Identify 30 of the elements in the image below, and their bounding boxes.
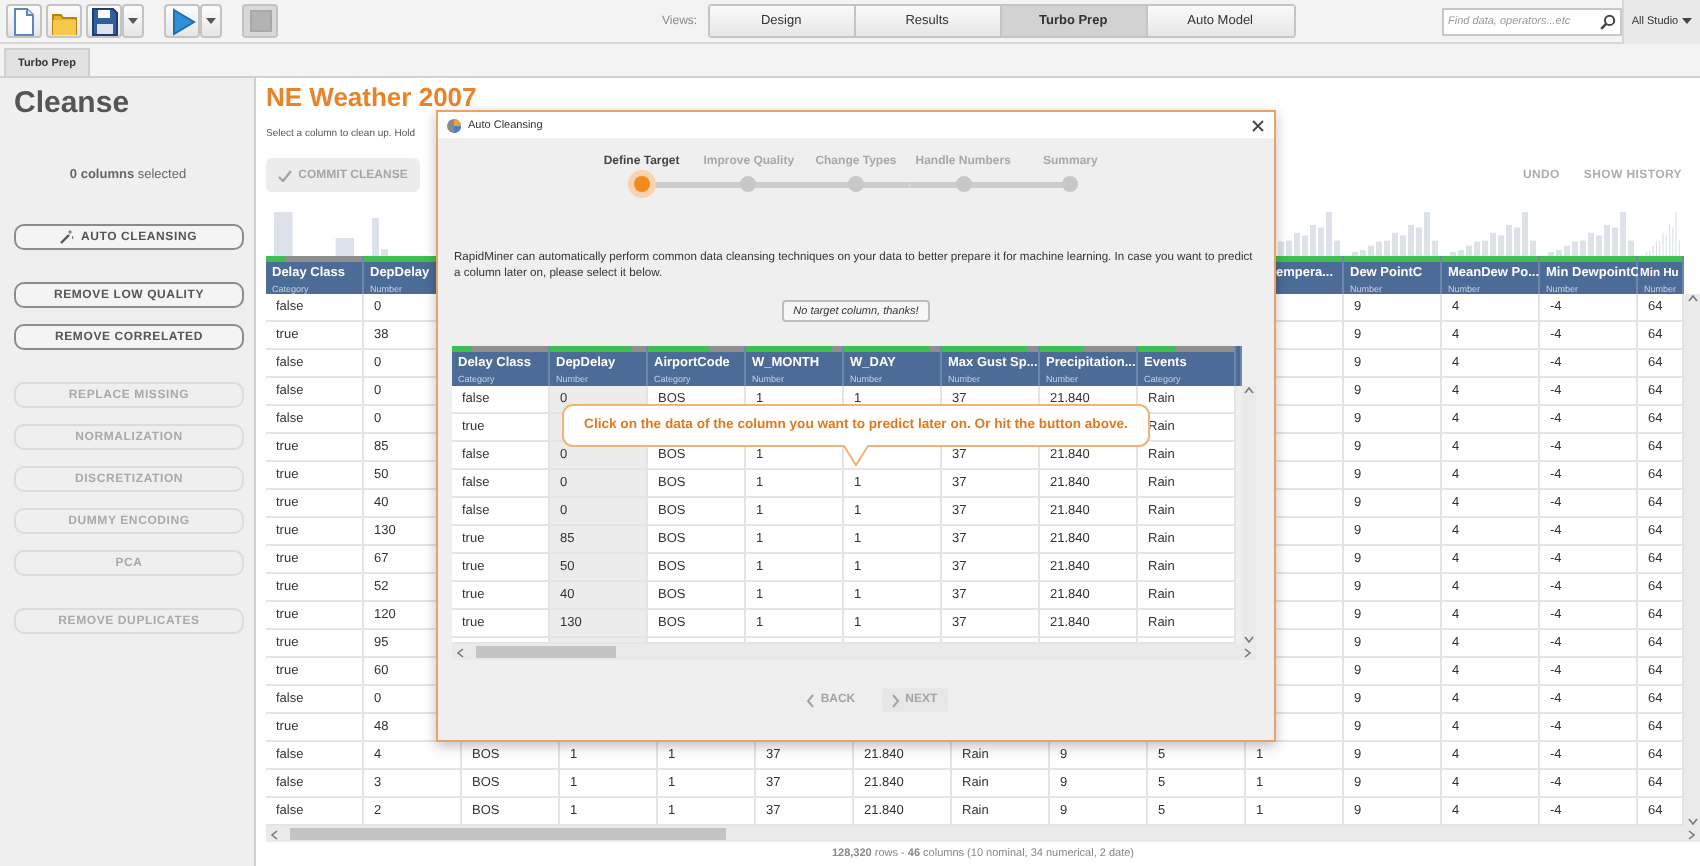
save-button[interactable]	[86, 4, 122, 38]
search-icon[interactable]	[1600, 13, 1616, 29]
check-icon	[278, 169, 293, 181]
play-icon	[169, 7, 195, 35]
run-button[interactable]	[164, 4, 200, 38]
caret-icon	[206, 18, 216, 24]
horizontal-scrollbar[interactable]	[452, 644, 1256, 660]
wand-icon	[60, 230, 75, 244]
close-icon[interactable]	[1252, 119, 1264, 131]
document-icon	[11, 7, 37, 35]
new-button[interactable]	[6, 4, 42, 38]
histogram-drawing	[1450, 211, 1536, 256]
caret-icon	[1682, 18, 1693, 24]
dataset-title: NE Weather 2007	[266, 86, 479, 110]
panel-title: Cleanse	[14, 86, 132, 122]
horizontal-scrollbar[interactable]	[266, 826, 1700, 842]
chevron-icon	[891, 693, 900, 707]
dropdown-button[interactable]	[122, 4, 144, 38]
vertical-scrollbar[interactable]	[1242, 386, 1256, 644]
histogram-drawing	[1548, 211, 1634, 256]
caret-icon	[128, 18, 138, 24]
histogram-drawing	[1352, 211, 1438, 256]
vertical-scrollbar[interactable]	[1684, 294, 1700, 826]
pie-chart-icon	[446, 117, 462, 133]
dropdown-button[interactable]	[200, 4, 222, 38]
stop-icon	[247, 7, 273, 35]
histogram-drawing	[372, 217, 388, 256]
chevron-icon	[806, 693, 815, 707]
histogram-drawing	[1646, 211, 1680, 256]
histogram-drawing	[274, 211, 354, 256]
